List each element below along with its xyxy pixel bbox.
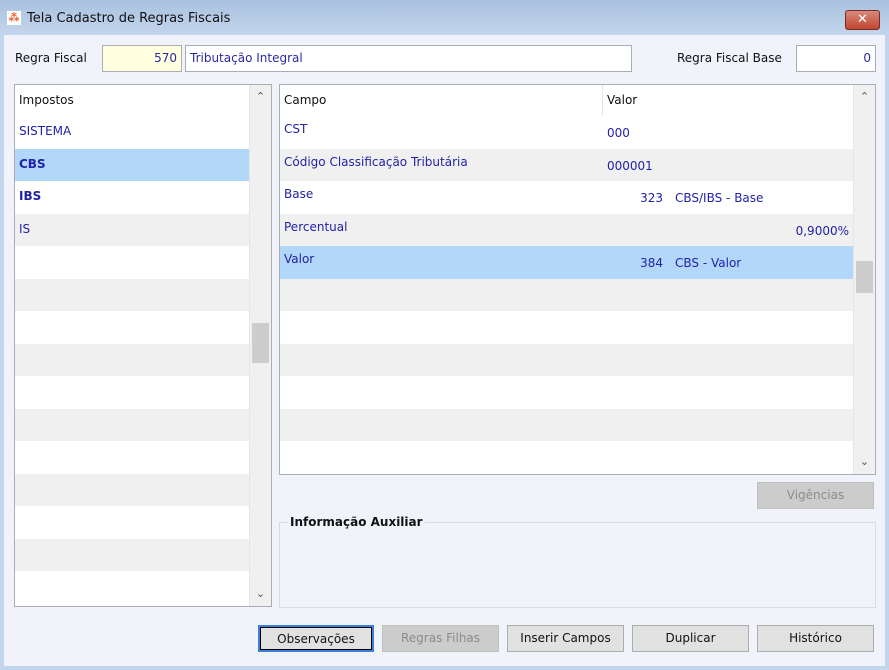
informacao-auxiliar-group [279,522,876,608]
empty-row [15,538,249,571]
valor-description-cell: CBS - Valor [675,256,742,270]
impostos-header: Impostos [15,85,249,116]
valor-percent-cell: 0,9000% [795,223,849,238]
table-row[interactable]: Base 323 CBS/IBS - Base [280,181,853,214]
scroll-thumb[interactable] [856,261,873,293]
table-row[interactable]: Valor 384 CBS - Valor [280,246,853,279]
table-row[interactable]: Código Classificação Tributária 000001 [280,148,853,181]
inserir-campos-button[interactable]: Inserir Campos [507,625,624,652]
empty-row [280,408,853,441]
informacao-auxiliar-label: Informação Auxiliar [288,515,425,529]
scroll-up-icon[interactable]: ⌃ [250,87,271,107]
empty-row [15,571,249,604]
regra-fiscal-code-input[interactable]: 570 [102,45,182,72]
empty-row [15,246,249,279]
duplicar-button[interactable]: Duplicar [632,625,749,652]
campo-cell: CST [284,122,308,136]
empty-row [280,311,853,344]
regras-filhas-button[interactable]: Regras Filhas [382,625,499,652]
close-button[interactable]: ✕ [845,10,880,30]
scroll-thumb[interactable] [252,323,269,363]
campo-cell: Percentual [284,219,348,234]
window-title: Tela Cadastro de Regras Fiscais [27,11,231,26]
regra-fiscal-base-label: Regra Fiscal Base [677,51,782,65]
scroll-up-icon[interactable]: ⌃ [854,87,875,107]
column-header-campo[interactable]: Campo [280,85,603,116]
valor-code-cell: 323 [640,191,663,205]
table-row[interactable]: Percentual 0,9000% [280,213,853,246]
valor-cell: 000001 [607,158,653,173]
campos-grid[interactable]: Campo Valor ⌃ ⌄ CST 000 Código Classificaç… [279,84,876,475]
empty-row [280,343,853,376]
empty-row [15,473,249,506]
valor-code-cell: 384 [640,256,663,270]
empty-row [280,376,853,409]
empty-row [280,441,853,474]
imposto-item[interactable]: SISTEMA [15,116,249,149]
empty-row [15,343,249,376]
empty-row [15,278,249,311]
campo-cell: Valor [284,252,315,266]
column-header-valor[interactable]: Valor [603,85,853,116]
campos-scrollbar[interactable]: ⌃ ⌄ [853,85,875,474]
app-icon: ⁂ [7,11,21,25]
observacoes-button[interactable]: Observações [258,625,374,652]
empty-row [15,506,249,539]
vigencias-button[interactable]: Vigências [757,482,874,509]
valor-description-cell: CBS/IBS - Base [675,191,764,205]
empty-row [15,376,249,409]
regra-fiscal-label: Regra Fiscal [15,51,87,65]
campo-cell: Base [284,187,314,201]
valor-cell: 000 [607,126,630,140]
empty-row [15,408,249,441]
campo-cell: Código Classificação Tributária [284,154,468,169]
imposto-item[interactable]: CBS [15,148,249,181]
empty-row [15,441,249,474]
empty-row [15,311,249,344]
scroll-down-icon[interactable]: ⌄ [854,452,875,472]
imposto-item[interactable]: IS [15,213,249,246]
historico-button[interactable]: Histórico [757,625,874,652]
imposto-item[interactable]: IBS [15,181,249,214]
table-row[interactable]: CST 000 [280,116,853,149]
regra-fiscal-base-input[interactable]: 0 [796,45,876,72]
regra-fiscal-description-input[interactable]: Tributação Integral [185,45,632,72]
impostos-scrollbar[interactable]: ⌃ ⌄ [249,85,271,606]
impostos-list[interactable]: Impostos ⌃ ⌄ SISTEMA CBS IBS IS [14,84,272,607]
scroll-down-icon[interactable]: ⌄ [250,584,271,604]
empty-row [280,278,853,311]
